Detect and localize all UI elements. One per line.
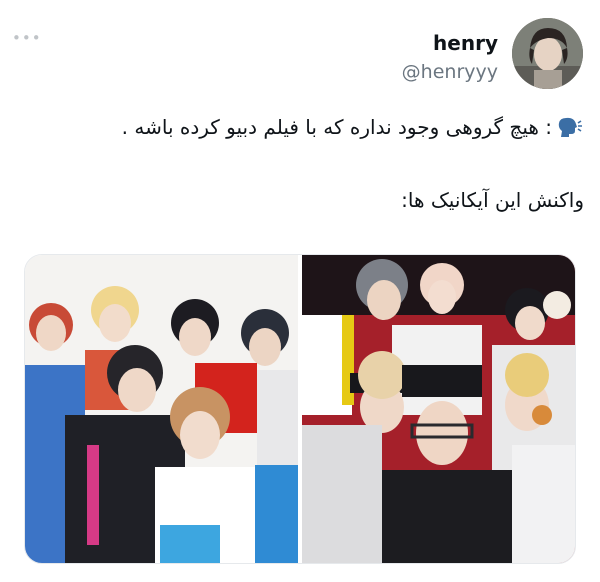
speaking-head-icon [556, 115, 584, 139]
avatar[interactable] [512, 18, 583, 89]
avatar-photo [512, 18, 583, 89]
tweet-text-line-2: واکنش این آیکانیک ها: [401, 188, 584, 212]
group-photo-red-background[interactable] [302, 255, 575, 563]
media-grid[interactable] [24, 254, 576, 564]
display-name[interactable]: henry [433, 31, 498, 55]
group-photo-white-background[interactable] [25, 255, 298, 563]
more-dots-icon[interactable]: ••• [12, 31, 42, 46]
tweet-text: : هیچ گروهی وجود نداره که با فیلم دبیو ک… [121, 115, 552, 139]
tweet-text-line-1: : هیچ گروهی وجود نداره که با فیلم دبیو ک… [122, 115, 584, 139]
user-handle[interactable]: @henryyy [402, 61, 498, 83]
